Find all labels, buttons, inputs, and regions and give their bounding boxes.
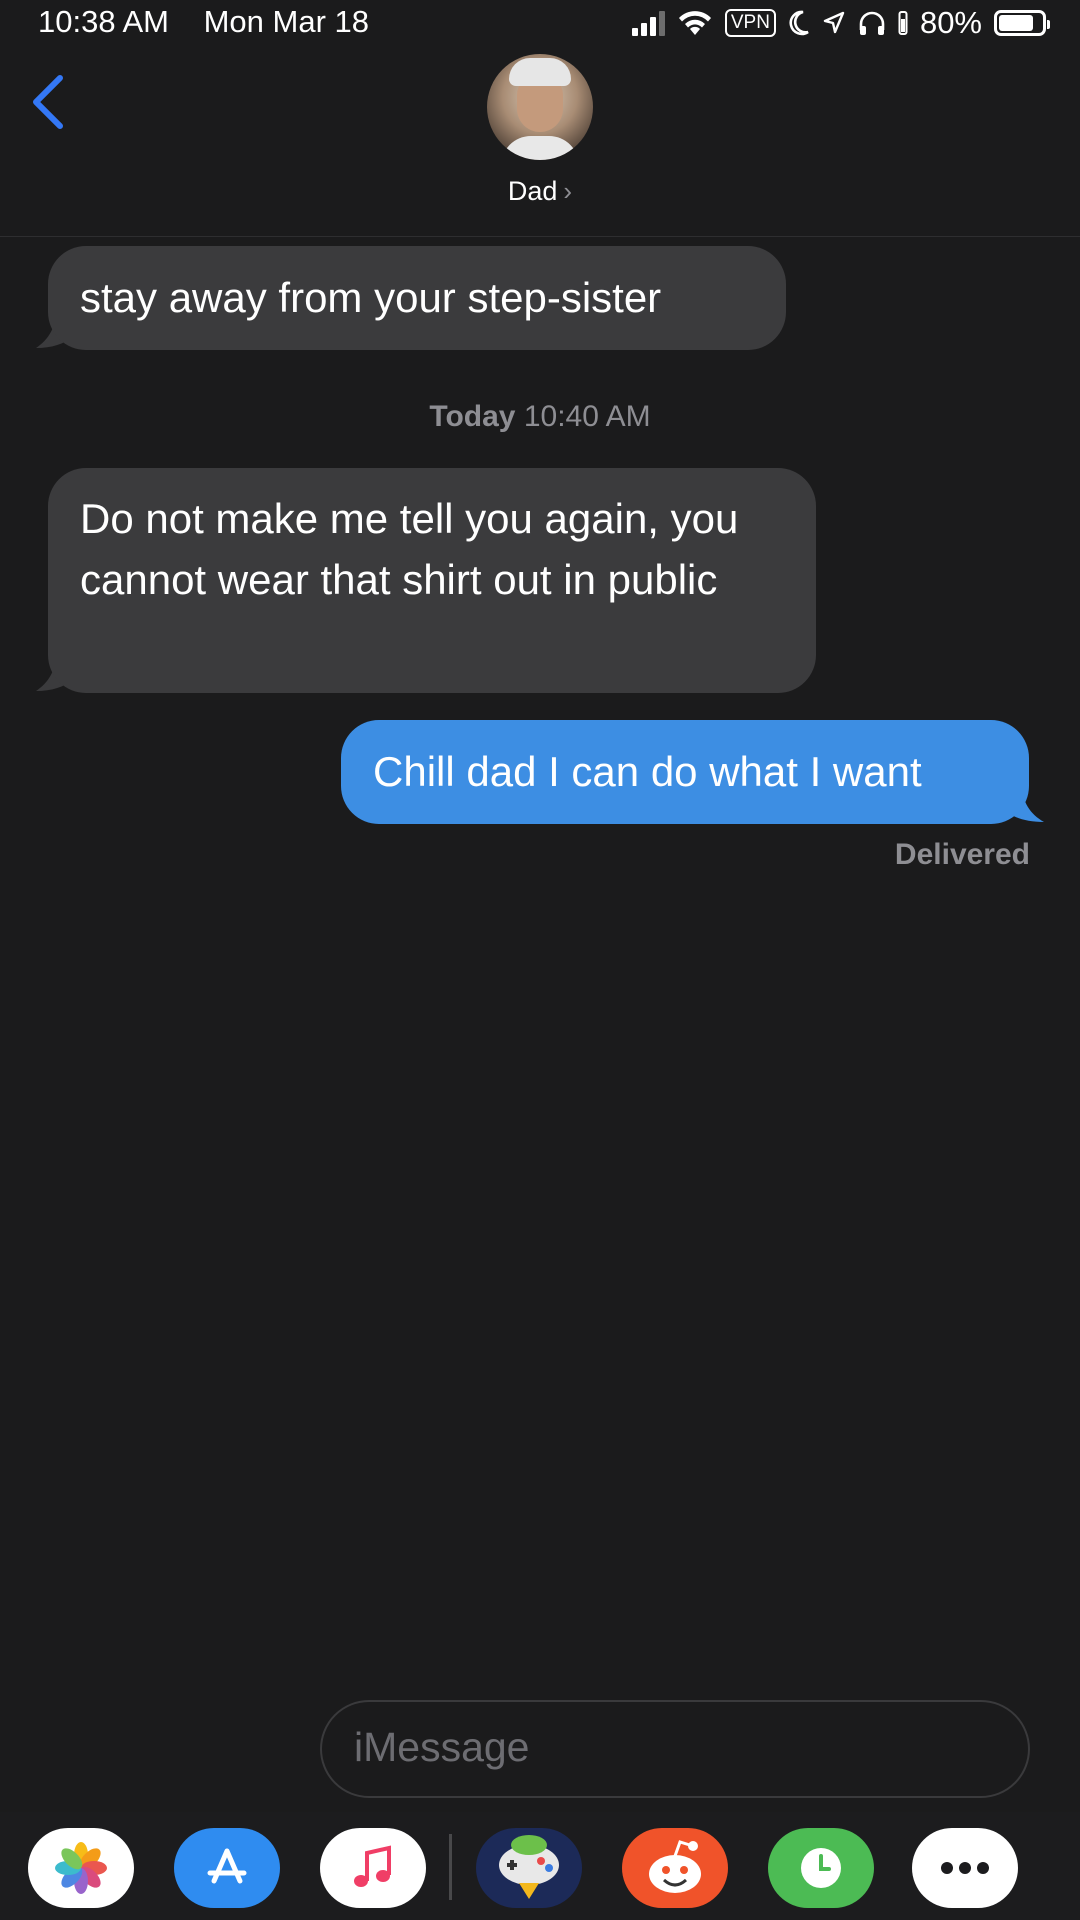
message-bubble-outgoing[interactable]: Chill dad I can do what I want [341,720,1029,824]
app-drawer [0,1812,1080,1920]
reddit-icon[interactable] [622,1828,728,1908]
message-timestamp: Today 10:40 AM [0,400,1080,434]
input-placeholder: iMessage [354,1724,530,1770]
battery-fill [999,15,1033,31]
music-icon[interactable] [320,1828,426,1908]
chevron-right-icon: › [563,176,573,206]
app-store-glyph-icon [207,1848,247,1884]
message-bubble-incoming[interactable]: Do not make me tell you again, you canno… [48,468,816,693]
contact-name: Dad [507,176,558,206]
app-drawer-divider [449,1834,452,1900]
clock-app-icon[interactable] [768,1828,874,1908]
cellular-signal-icon [631,10,665,36]
timestamp-time: 10:40 AM [523,400,651,433]
contact-name-button[interactable]: Dad › [0,176,1080,207]
photos-flower-icon [55,1842,107,1894]
messages-screen: 10:38 AM Mon Mar 18 VPN 80% Dad › stay a… [0,0,1080,1920]
app-store-icon[interactable] [174,1828,280,1908]
message-text: stay away from your step-sister [80,274,662,321]
vpn-badge: VPN [724,9,776,37]
photos-app-icon[interactable] [28,1828,134,1908]
location-arrow-icon [823,11,845,34]
battery-icon [994,10,1050,36]
moon-icon [789,10,809,36]
message-bubble-incoming[interactable]: stay away from your step-sister [48,246,786,350]
status-bar: 10:38 AM Mon Mar 18 VPN 80% [0,0,1080,46]
delivery-status: Delivered [894,838,1030,871]
status-time: 10:38 AM [38,4,169,39]
music-note-icon [354,1845,391,1887]
wifi-icon [678,11,711,35]
imessage-input[interactable]: iMessage [320,1700,1030,1798]
avatar[interactable] [487,54,593,160]
status-right: VPN 80% [631,4,1050,42]
message-text: Chill dad I can do what I want [373,748,922,795]
ellipsis-icon [941,1862,989,1874]
reddit-snoo-icon [649,1840,701,1893]
earbud-battery-icon [898,11,908,35]
status-date: Mon Mar 18 [203,4,370,39]
gamepad-bird-icon [499,1835,559,1899]
battery-percent: 80% [919,5,982,40]
clock-icon [801,1848,841,1888]
game-app-icon[interactable] [476,1828,582,1908]
timestamp-day: Today [429,400,516,433]
headphones-icon [859,11,885,35]
more-apps-icon[interactable] [912,1828,1018,1908]
chevron-left-icon [33,75,63,129]
back-button[interactable] [24,66,74,136]
message-text: Do not make me tell you again, you canno… [80,495,739,603]
status-left: 10:38 AM Mon Mar 18 [38,4,395,40]
conversation-header: Dad › [0,46,1080,237]
